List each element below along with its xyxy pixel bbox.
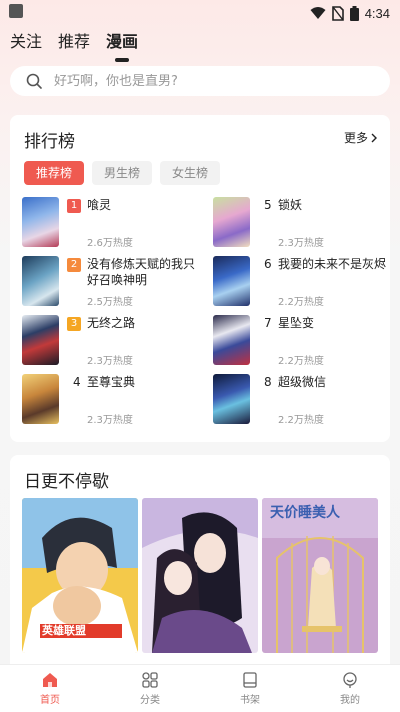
daily-update-card: 日更不停歇 英雄联盟 天价睡美人 — [10, 455, 390, 665]
bookshelf-icon — [243, 672, 257, 688]
status-icons: 4:34 — [310, 3, 390, 23]
cover-hero-title: 英雄联盟 — [42, 624, 86, 637]
rank-title: 我要的未来不是灰烬 — [278, 257, 387, 271]
rank-badge: 1 — [67, 199, 81, 213]
cover-beauty[interactable]: 天价睡美人 — [262, 498, 378, 653]
pill-male-list[interactable]: 男生榜 — [92, 161, 153, 185]
rank-title: 超级微信 — [278, 375, 327, 389]
rank-heat: 2.6万热度 — [87, 238, 133, 249]
no-sim-icon — [331, 5, 344, 21]
rank-title: 星坠变 — [278, 316, 315, 330]
rank-item-3[interactable]: 3 无终之路 2.3万热度 — [22, 315, 202, 367]
clock: 4:34 — [364, 5, 390, 21]
top-tabs: 关注 推荐 漫画 — [10, 30, 138, 62]
comic-thumbnail — [22, 374, 59, 424]
pill-recommend-list[interactable]: 推荐榜 — [24, 161, 85, 185]
rank-heat: 2.2万热度 — [278, 297, 324, 308]
comic-thumbnail — [22, 256, 59, 306]
rank-item-1[interactable]: 1 喰灵 2.6万热度 — [22, 197, 202, 249]
rank-heat: 2.5万热度 — [87, 297, 133, 308]
more-link[interactable]: 更多 — [344, 129, 378, 146]
rank-badge: 2 — [67, 258, 81, 272]
bottom-nav: 首页 分类 书架 我的 — [0, 664, 400, 712]
chevron-right-icon — [371, 133, 377, 142]
ranking-filter: 推荐榜 男生榜 女生榜 — [24, 161, 221, 185]
rank-heat: 2.3万热度 — [87, 415, 133, 426]
nav-profile[interactable]: 我的 — [300, 665, 400, 712]
rank-number: 5 — [264, 198, 272, 212]
cover-romance-art — [142, 498, 258, 653]
rank-number: 4 — [73, 375, 81, 389]
rank-heat: 2.2万热度 — [278, 356, 324, 367]
nav-home[interactable]: 首页 — [0, 665, 100, 712]
home-icon — [43, 673, 57, 687]
comic-thumbnail — [213, 256, 250, 306]
rank-title: 没有修炼天赋的我只好召唤神明 — [87, 257, 196, 287]
rank-title: 无终之路 — [87, 316, 136, 330]
app-notification-icon — [9, 4, 23, 18]
search-icon — [26, 73, 42, 89]
rank-number: 7 — [264, 316, 272, 330]
profile-icon — [343, 672, 357, 688]
ranking-card: 排行榜 更多 推荐榜 男生榜 女生榜 1 喰灵 2.6万热度 2 没有修炼天赋的… — [10, 115, 390, 442]
rank-heat: 2.3万热度 — [87, 356, 133, 367]
nav-category[interactable]: 分类 — [100, 665, 200, 712]
tab-recommend[interactable]: 推荐 — [58, 30, 90, 54]
comic-thumbnail — [22, 315, 59, 365]
search-bar[interactable] — [10, 66, 390, 96]
ranking-title: 排行榜 — [24, 132, 75, 152]
rank-badge: 3 — [67, 317, 81, 331]
comic-thumbnail — [213, 197, 250, 247]
rank-item-7[interactable]: 7 星坠变 2.2万热度 — [213, 315, 393, 367]
search-input[interactable] — [54, 73, 354, 89]
rank-item-4[interactable]: 4 至尊宝典 2.3万热度 — [22, 374, 202, 426]
comic-thumbnail — [213, 315, 250, 365]
rank-title: 锁妖 — [278, 198, 303, 212]
cover-romance[interactable] — [142, 498, 258, 653]
rank-heat: 2.2万热度 — [278, 415, 324, 426]
more-label: 更多 — [343, 131, 368, 145]
tab-comics[interactable]: 漫画 — [106, 30, 138, 62]
daily-title: 日更不停歇 — [24, 472, 109, 492]
nav-category-label: 分类 — [140, 695, 160, 706]
comic-thumbnail — [22, 197, 59, 247]
rank-item-6[interactable]: 6 我要的未来不是灰烬 2.2万热度 — [213, 256, 393, 308]
nav-profile-label: 我的 — [340, 695, 360, 706]
rank-number: 8 — [264, 375, 272, 389]
grid-icon — [142, 672, 158, 688]
wifi-icon — [310, 7, 326, 19]
rank-item-8[interactable]: 8 超级微信 2.2万热度 — [213, 374, 393, 426]
status-bar: 4:34 — [0, 0, 400, 26]
rank-title: 喰灵 — [87, 198, 112, 212]
pill-female-list[interactable]: 女生榜 — [160, 161, 221, 185]
comic-thumbnail — [213, 374, 250, 424]
rank-item-5[interactable]: 5 锁妖 2.3万热度 — [213, 197, 393, 249]
cover-beauty-title: 天价睡美人 — [270, 505, 340, 521]
rank-title: 至尊宝典 — [87, 375, 136, 389]
cover-hero[interactable]: 英雄联盟 — [22, 498, 138, 653]
nav-home-label: 首页 — [40, 695, 60, 706]
nav-bookshelf-label: 书架 — [240, 695, 260, 706]
battery-icon — [349, 5, 359, 21]
nav-bookshelf[interactable]: 书架 — [200, 665, 300, 712]
tab-follow[interactable]: 关注 — [10, 30, 42, 54]
rank-item-2[interactable]: 2 没有修炼天赋的我只好召唤神明 2.5万热度 — [22, 256, 202, 308]
rank-number: 6 — [264, 257, 272, 271]
rank-heat: 2.3万热度 — [278, 238, 324, 249]
